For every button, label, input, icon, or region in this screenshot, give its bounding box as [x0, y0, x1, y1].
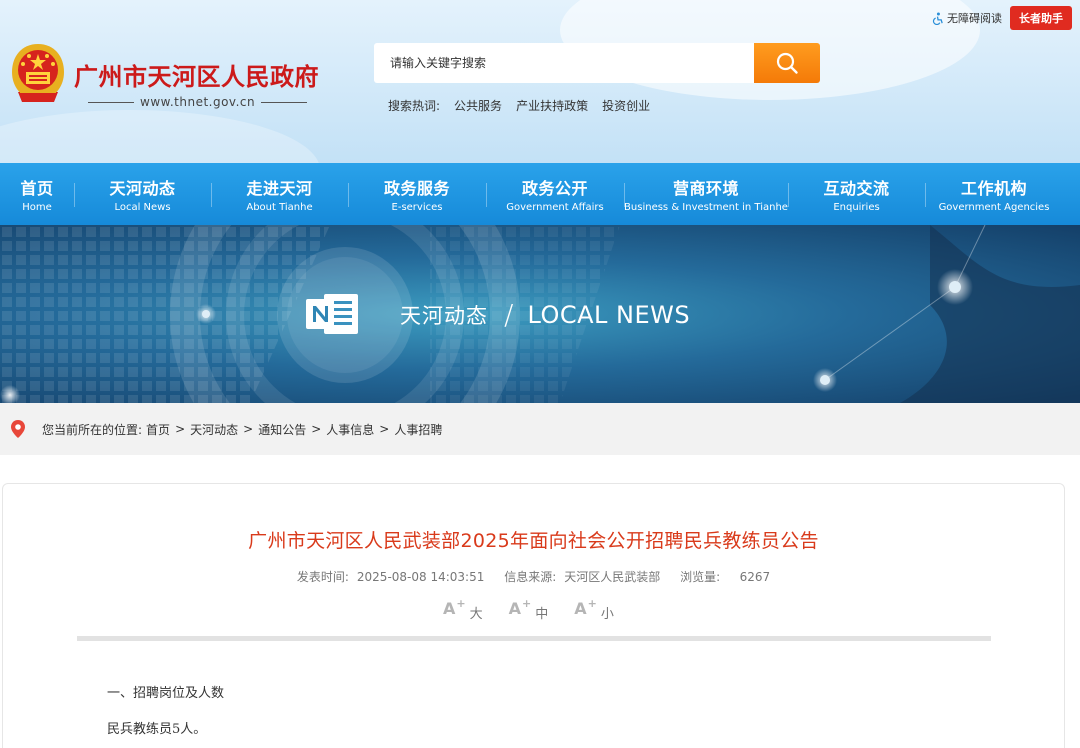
breadcrumb-separator: >	[379, 422, 390, 436]
nav-item-label: 走进天河	[246, 179, 313, 198]
breadcrumb-link[interactable]: 通知公告	[258, 421, 306, 438]
banner-title: 天河动态 / LOCAL NEWS	[400, 298, 690, 331]
nav-item-government-agencies[interactable]: 工作机构 Government Agencies	[925, 163, 1063, 225]
hot-words-label: 搜索热词:	[388, 99, 441, 113]
main-navigation: 首页 Home 天河动态 Local News 走进天河 About Tianh…	[0, 163, 1080, 225]
breadcrumb-separator: >	[243, 422, 254, 436]
banner-title-en: LOCAL NEWS	[527, 300, 691, 329]
font-size-glyph: A	[508, 599, 522, 618]
font-size-plus: +	[456, 597, 466, 610]
nav-item-sublabel: Enquiries	[833, 202, 880, 213]
section-banner: 天河动态 / LOCAL NEWS	[0, 225, 1080, 403]
domain-divider	[88, 101, 134, 103]
nav-item-business-environment[interactable]: 营商环境 Business & Investment in Tianhe	[624, 163, 788, 225]
hot-word-link[interactable]: 产业扶持政策	[516, 97, 588, 114]
article-meta: 发表时间: 2025-08-08 14:03:51 信息来源: 天河区人民武装部 浏…	[3, 568, 1064, 585]
nav-item-label: 天河动态	[109, 179, 176, 198]
font-size-plus: +	[522, 597, 532, 610]
views-count: 6267	[739, 570, 771, 584]
nav-item-about-tianhe[interactable]: 走进天河 About Tianhe	[211, 163, 348, 225]
accessibility-icon	[932, 12, 943, 25]
source-value: 天河区人民武装部	[564, 570, 661, 584]
source-label: 信息来源:	[504, 570, 557, 584]
breadcrumb-separator: >	[175, 422, 186, 436]
nav-item-government-affairs[interactable]: 政务公开 Government Affairs	[486, 163, 624, 225]
breadcrumb-link[interactable]: 人事信息	[326, 421, 374, 438]
national-emblem-icon	[12, 44, 64, 102]
font-size-plus: +	[587, 597, 597, 610]
font-size-label: 中	[535, 607, 549, 622]
site-title: 广州市天河区人民政府	[74, 63, 319, 91]
nav-item-label: 政务服务	[383, 179, 450, 198]
article-paragraph: 民兵教练员5人。	[107, 722, 207, 737]
hot-word-link[interactable]: 投资创业	[602, 97, 650, 114]
nav-item-label: 政务公开	[521, 179, 588, 198]
nav-item-sublabel: Local News	[114, 202, 171, 213]
nav-item-label: 首页	[20, 179, 54, 198]
nav-item-sublabel: E-services	[391, 202, 443, 213]
font-size-medium-button[interactable]: A + 中	[508, 597, 549, 622]
banner-slash: /	[504, 298, 514, 331]
nav-item-sublabel: Business & Investment in Tianhe	[624, 202, 788, 213]
breadcrumb-separator: >	[311, 422, 322, 436]
breadcrumb-link[interactable]: 人事招聘	[394, 421, 442, 438]
location-pin-icon	[11, 420, 25, 438]
breadcrumb-label: 您当前所在的位置:	[42, 422, 143, 437]
nav-item-label: 互动交流	[823, 179, 890, 198]
font-size-large-button[interactable]: A + 大	[443, 597, 483, 622]
notebook-icon	[306, 294, 358, 334]
top-toolbar: 无障碍阅读 长者助手	[931, 6, 1072, 30]
domain-divider	[261, 101, 308, 103]
font-size-glyph: A	[443, 599, 456, 618]
nav-item-sublabel: About Tianhe	[246, 202, 313, 213]
hot-word-link[interactable]: 公共服务	[454, 97, 502, 114]
accessibility-reading-link[interactable]: 无障碍阅读	[931, 10, 1002, 26]
nav-item-e-services[interactable]: 政务服务 E-services	[348, 163, 486, 225]
article-divider	[77, 636, 991, 641]
article-title: 广州市天河区人民武装部2025年面向社会公开招聘民兵教练员公告	[248, 530, 819, 552]
font-size-switcher: A + 大 A + 中 A + 小	[443, 597, 614, 622]
nav-item-sublabel: Government Affairs	[506, 202, 604, 213]
font-size-label: 大	[469, 607, 483, 622]
font-size-small-button[interactable]: A + 小	[574, 597, 614, 622]
breadcrumb: 您当前所在的位置: 首页 > 天河动态 > 通知公告 > 人事信息 > 人事招聘	[0, 403, 1080, 455]
search-input[interactable]	[374, 43, 754, 83]
nav-item-enquiries[interactable]: 互动交流 Enquiries	[788, 163, 925, 225]
site-header: 无障碍阅读 长者助手 广州市天河区人民政府 www.thnet.gov.cn 请…	[0, 0, 1080, 163]
search-icon	[776, 52, 798, 74]
breadcrumb-link[interactable]: 首页	[146, 421, 170, 438]
publish-time: 2025-08-08 14:03:51	[356, 570, 485, 584]
search-button[interactable]	[754, 43, 820, 83]
hot-search-words: 搜索热词: 公共服务 产业扶持政策 投资创业	[388, 97, 650, 114]
font-size-glyph: A	[574, 599, 587, 618]
breadcrumb-link[interactable]: 天河动态	[190, 421, 238, 438]
accessibility-label: 无障碍阅读	[947, 12, 1002, 25]
nav-item-label: 营商环境	[672, 179, 739, 198]
nav-item-sublabel: Government Agencies	[938, 202, 1050, 213]
banner-title-zh: 天河动态	[400, 303, 488, 328]
article-paragraph: 一、招聘岗位及人数	[107, 686, 225, 701]
elder-assistant-button[interactable]: 长者助手	[1010, 6, 1072, 30]
site-domain: www.thnet.gov.cn	[140, 95, 256, 109]
font-size-label: 小	[600, 607, 614, 622]
views-label: 浏览量:	[680, 570, 721, 584]
nav-item-home[interactable]: 首页 Home	[0, 163, 74, 225]
nav-item-sublabel: Home	[22, 202, 52, 213]
nav-item-label: 工作机构	[960, 179, 1027, 198]
nav-item-local-news[interactable]: 天河动态 Local News	[74, 163, 211, 225]
search-bar	[374, 43, 820, 83]
article-container: 广州市天河区人民武装部2025年面向社会公开招聘民兵教练员公告 发表时间: 202…	[2, 483, 1065, 748]
header-cloud-decoration	[0, 110, 320, 163]
site-logo[interactable]: 广州市天河区人民政府 www.thnet.gov.cn	[10, 42, 319, 109]
publish-time-label: 发表时间:	[296, 570, 349, 584]
